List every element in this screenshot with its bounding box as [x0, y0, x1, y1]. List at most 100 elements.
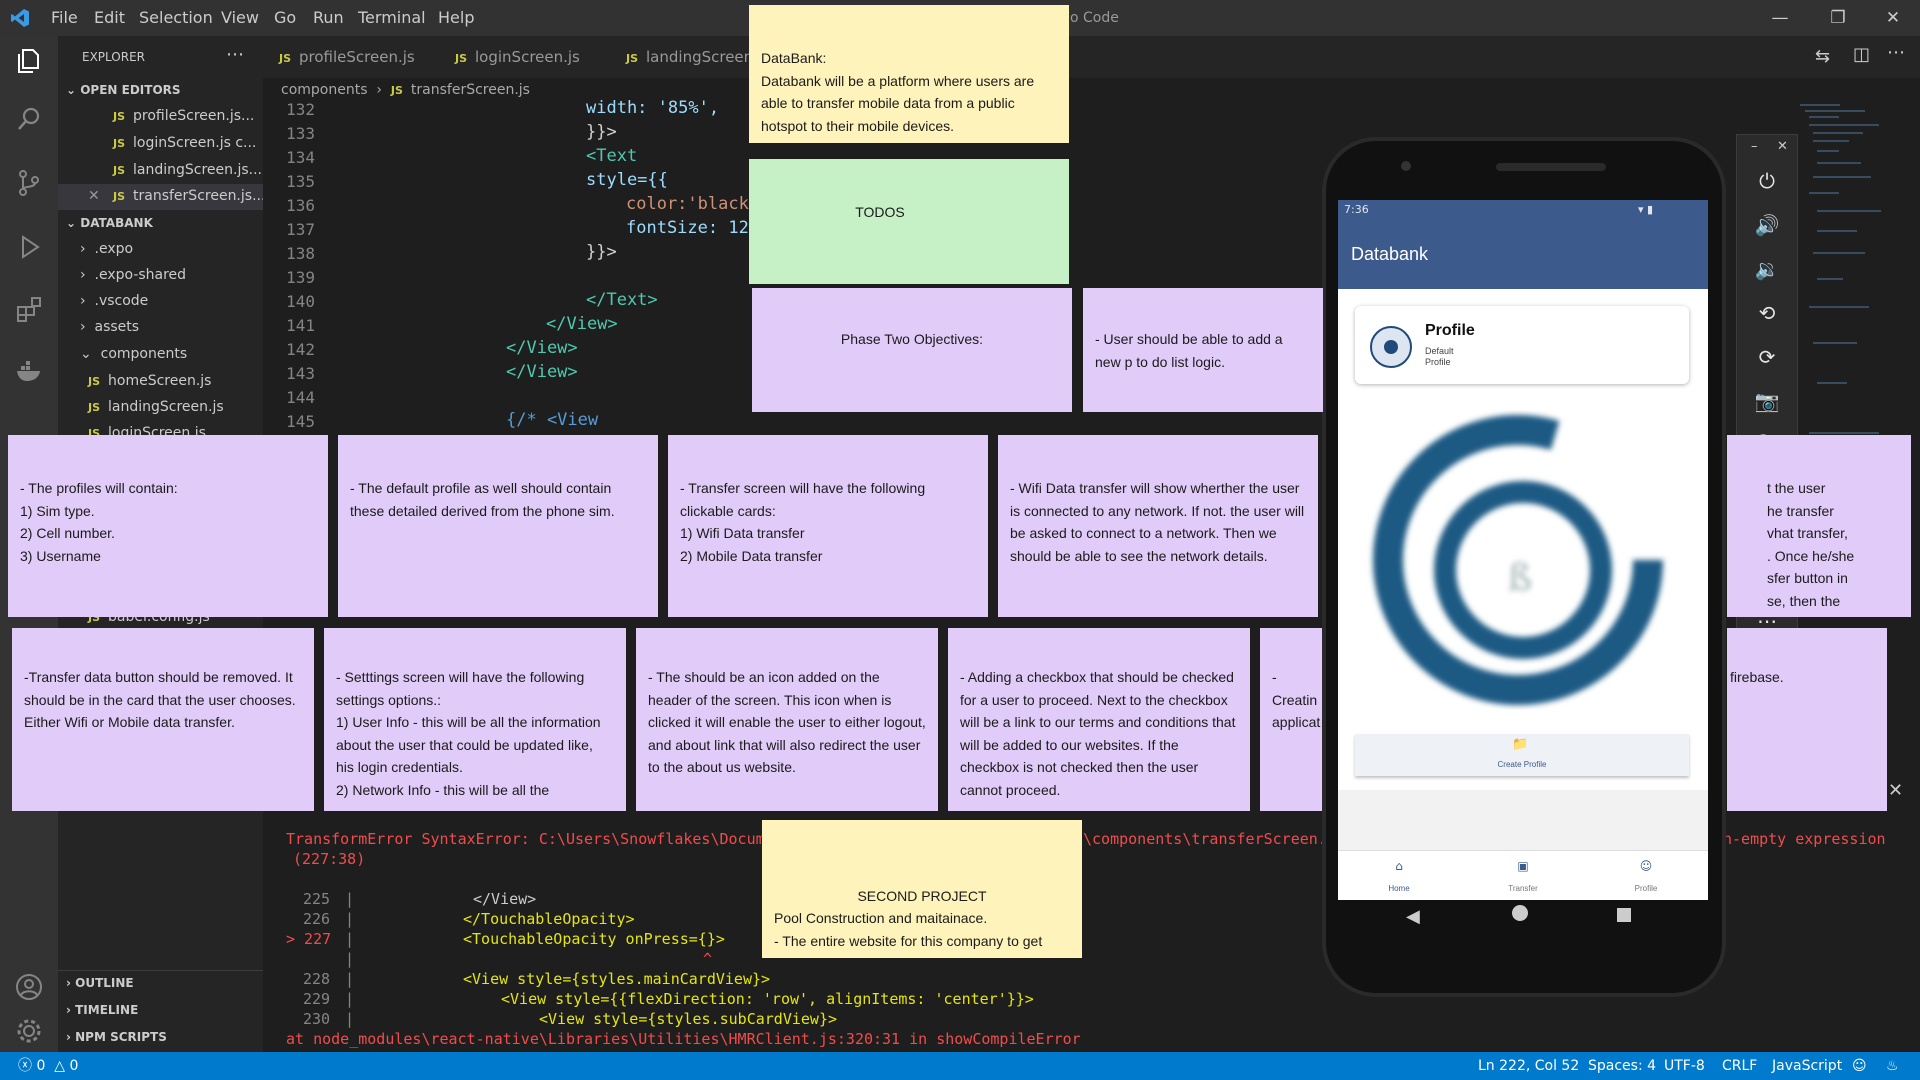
line-ending[interactable]: CRLF — [1722, 1052, 1757, 1080]
open-editors-section[interactable]: ⌄ OPEN EDITORS — [66, 83, 181, 97]
run-debug-icon[interactable] — [12, 232, 46, 266]
notifications-bell-icon[interactable]: ♨ — [1886, 1052, 1899, 1080]
android-back-icon[interactable]: ◀ — [1406, 906, 1420, 927]
extensions-icon[interactable] — [12, 294, 46, 328]
project-section[interactable]: ⌄ DATABANK — [66, 216, 153, 230]
sticky-note-profiles[interactable]: - The profiles will contain: 1) Sim type… — [8, 435, 328, 617]
sticky-note-second-project[interactable]: SECOND PROJECT Pool Construction and mait… — [762, 820, 1082, 958]
sticky-note-default-profile[interactable]: - The default profile as well should con… — [338, 435, 658, 617]
source-control-icon[interactable] — [12, 168, 46, 202]
open-editor-item[interactable]: JS transferScreen.js... — [113, 188, 263, 204]
split-editor-icon[interactable]: ◫ — [1853, 44, 1870, 65]
more-actions-icon[interactable]: ⋯ — [226, 44, 244, 65]
editor-more-icon[interactable]: ⋯ — [1887, 42, 1905, 63]
speaker-grille — [1496, 163, 1606, 171]
term-line-number: 228 — [303, 970, 331, 988]
cursor-position[interactable]: Ln 222, Col 52 — [1478, 1052, 1579, 1080]
sticky-note-wifi[interactable]: - Wifi Data transfer will show wherther … — [998, 435, 1318, 617]
timeline-label: TIMELINE — [75, 1003, 139, 1017]
file-item[interactable]: JS homeScreen.js — [88, 373, 211, 389]
code-line: fontSize: 12 — [626, 218, 749, 238]
sticky-note-todo-logic[interactable]: - User should be able to add a new p to … — [1083, 288, 1323, 412]
folder-item[interactable]: › assets — [80, 319, 139, 335]
open-editor-item[interactable]: JS landingScreen.js... — [113, 162, 262, 178]
emulator-close-icon[interactable]: ✕ — [1777, 139, 1788, 154]
search-icon[interactable] — [12, 104, 46, 138]
home-icon[interactable]: ⌂ — [1379, 859, 1419, 873]
menu-edit[interactable]: Edit — [94, 0, 125, 36]
editor-tabs: JS profileScreen.js JS loginScreen.js JS la… — [263, 36, 1920, 78]
create-profile-label: Create Profile — [1497, 760, 1547, 769]
close-window-icon[interactable]: ✕ — [1870, 0, 1916, 36]
settings-gear-icon[interactable] — [12, 1016, 46, 1050]
compare-icon[interactable]: ⇆ — [1815, 46, 1830, 67]
open-editor-item[interactable]: JS loginScreen.js c... — [113, 135, 256, 151]
phone-screen[interactable]: 7:36 ▾ ▮ Databank Profile Default Profil… — [1338, 200, 1708, 900]
transfer-icon[interactable]: ▣ — [1503, 859, 1543, 873]
close-editor-icon[interactable]: ✕ — [88, 188, 100, 204]
menu-run[interactable]: Run — [313, 0, 344, 36]
sticky-note-icon[interactable]: - The should be an icon added on the hea… — [636, 628, 938, 811]
term-gutter: | — [345, 970, 355, 988]
nav-transfer[interactable]: Transfer — [1493, 884, 1553, 893]
term-code-line: <View style={{flexDirection: 'row', alig… — [501, 990, 1034, 1008]
volume-up-icon[interactable]: 🔊 — [1737, 205, 1797, 245]
feedback-icon[interactable]: ☺ — [1852, 1052, 1867, 1080]
power-icon[interactable]: ⏻ — [1737, 161, 1797, 201]
file-item[interactable]: JS landingScreen.js — [88, 399, 224, 415]
npm-scripts-section[interactable]: › NPM SCRIPTS — [66, 1030, 167, 1044]
breadcrumb-file[interactable]: transferScreen.js — [411, 82, 530, 98]
rotate-left-icon[interactable]: ⟲ — [1737, 293, 1797, 333]
open-editor-label: transferScreen.js... — [133, 188, 263, 204]
sticky-note-firebase[interactable]: firebase. — [1727, 628, 1887, 811]
rotate-right-icon[interactable]: ⟳ — [1737, 337, 1797, 377]
android-home-icon[interactable] — [1512, 905, 1528, 921]
sticky-note-todos[interactable]: TODOS — [749, 159, 1069, 284]
nav-home[interactable]: Home — [1369, 884, 1429, 893]
menu-go[interactable]: Go — [274, 0, 296, 36]
open-editor-item[interactable]: JS profileScreen.js... — [113, 108, 254, 124]
sticky-note-checkbox[interactable]: - Adding a checkbox that should be check… — [948, 628, 1250, 811]
problems-indicator[interactable]: ⓧ 0 △ 0 — [18, 1052, 78, 1080]
folder-item[interactable]: › .vscode — [80, 293, 148, 309]
outline-section[interactable]: › OUTLINE — [66, 976, 134, 990]
line-number: 139 — [286, 268, 315, 287]
account-icon[interactable] — [12, 972, 46, 1006]
menu-help[interactable]: Help — [438, 0, 474, 36]
emulator-minimize-icon[interactable]: – — [1751, 139, 1758, 154]
add-folder-icon: 📁 — [1512, 737, 1529, 752]
sticky-note-settings[interactable]: - Setttings screen will have the followi… — [324, 628, 626, 811]
tab-login-screen[interactable]: JS loginScreen.js — [439, 36, 580, 78]
android-recents-icon[interactable] — [1617, 908, 1631, 922]
breadcrumb-folder[interactable]: components — [281, 82, 368, 98]
profile-nav-icon[interactable]: ☺ — [1626, 859, 1666, 873]
indentation[interactable]: Spaces: 4 — [1588, 1052, 1656, 1080]
docker-icon[interactable] — [12, 356, 46, 390]
tab-landing-screen[interactable]: JS landingScreen — [610, 36, 753, 78]
sticky-note-phase-two[interactable]: Phase Two Objectives: — [752, 288, 1072, 412]
menu-file[interactable]: File — [51, 0, 78, 36]
sticky-note-creating[interactable]: - Creatin applicat — [1260, 628, 1322, 811]
folder-item[interactable]: › .expo — [80, 241, 133, 257]
folder-item[interactable]: › .expo-shared — [80, 267, 186, 283]
explorer-files-icon[interactable] — [12, 46, 46, 80]
menu-view[interactable]: View — [221, 0, 259, 36]
menu-selection[interactable]: Selection — [139, 0, 213, 36]
restore-icon[interactable]: ❐ — [1815, 0, 1861, 36]
nav-profile[interactable]: Profile — [1616, 884, 1676, 893]
minimize-icon[interactable]: — — [1757, 0, 1803, 36]
screenshot-camera-icon[interactable]: 📷 — [1737, 381, 1797, 421]
menu-terminal[interactable]: Terminal — [358, 0, 426, 36]
sticky-note-databank[interactable]: DataBank: Databank will be a platform wh… — [749, 5, 1069, 143]
sticky-note-transfer-button[interactable]: -Transfer data button should be removed.… — [12, 628, 314, 811]
close-panel-icon[interactable]: ✕ — [1888, 780, 1903, 801]
term-gutter: | — [345, 910, 355, 928]
timeline-section[interactable]: › TIMELINE — [66, 1003, 138, 1017]
volume-down-icon[interactable]: 🔉 — [1737, 249, 1797, 289]
sticky-note-partial[interactable]: t the user he transfer vhat transfer, . … — [1727, 435, 1911, 617]
folder-item-open[interactable]: ⌄ components — [80, 346, 187, 362]
tab-profile-screen[interactable]: JS profileScreen.js — [263, 36, 415, 78]
sticky-note-transfer-screen[interactable]: - Transfer screen will have the followin… — [668, 435, 988, 617]
language-mode[interactable]: JavaScript — [1772, 1052, 1842, 1080]
encoding[interactable]: UTF-8 — [1664, 1052, 1705, 1080]
